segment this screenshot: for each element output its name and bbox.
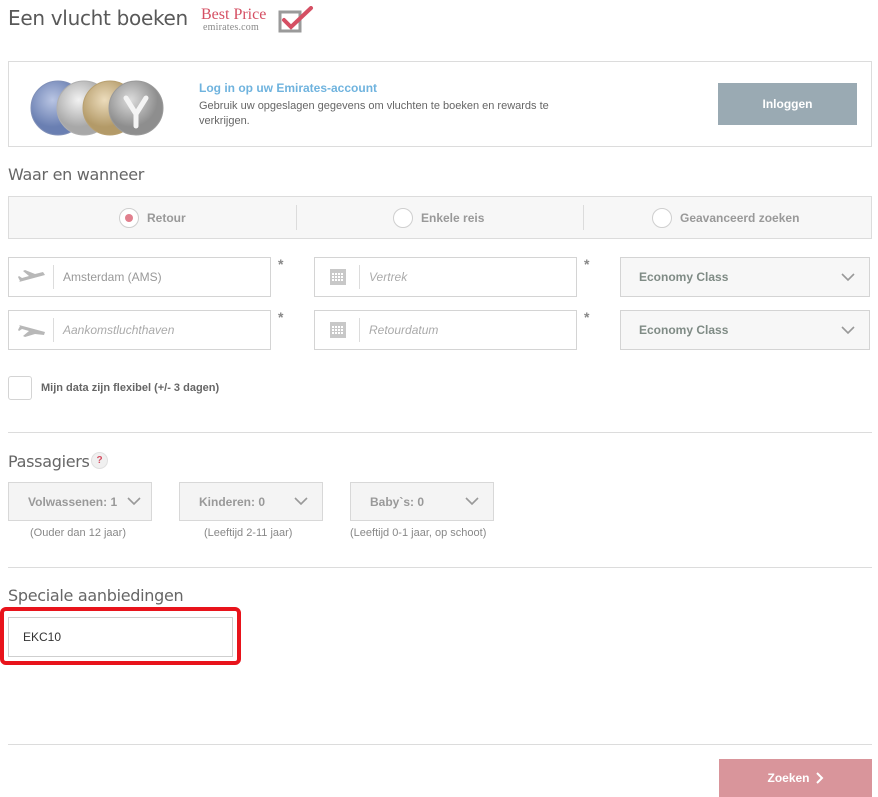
plane-takeoff-icon	[9, 258, 54, 296]
trip-divider	[296, 205, 297, 230]
trip-divider	[583, 205, 584, 230]
cabin-class-select-return[interactable]: Economy Class	[620, 310, 870, 350]
required-marker: *	[278, 256, 284, 272]
departure-airport-field[interactable]: Amsterdam (AMS)	[8, 257, 271, 297]
login-title-link[interactable]: Log in op uw Emirates-account	[199, 81, 377, 95]
flexible-dates-checkbox[interactable]	[8, 376, 32, 400]
trip-option-advanced-label: Geavanceerd zoeken	[680, 210, 800, 225]
search-button-label: Zoeken	[767, 771, 810, 785]
best-price-logo-subtext: emirates.com	[203, 22, 259, 33]
trip-option-oneway-label: Enkele reis	[421, 210, 485, 225]
departure-date-placeholder: Vertrek	[369, 270, 408, 284]
calendar-icon	[315, 311, 360, 349]
infants-value: Baby`s: 0	[370, 495, 425, 509]
chevron-down-icon	[841, 273, 855, 282]
cabin-class-outbound-value: Economy Class	[639, 270, 729, 284]
trip-option-return-label: Retour	[147, 210, 186, 225]
adults-hint: (Ouder dan 12 jaar)	[30, 527, 126, 539]
radio-advanced[interactable]	[652, 207, 672, 228]
radio-return[interactable]	[119, 207, 139, 228]
trip-option-advanced[interactable]: Geavanceerd zoeken	[652, 197, 799, 238]
trip-option-oneway[interactable]: Enkele reis	[393, 197, 484, 238]
passengers-help-icon[interactable]: ?	[91, 452, 108, 469]
adults-select[interactable]: Volwassenen: 1	[8, 482, 152, 521]
return-date-field[interactable]: Retourdatum	[314, 310, 577, 350]
section-divider	[8, 744, 872, 745]
children-select[interactable]: Kinderen: 0	[179, 482, 323, 521]
passengers-title: Passagiers	[8, 452, 90, 471]
section-divider	[8, 567, 872, 568]
plane-landing-icon	[9, 311, 54, 349]
promo-code-input[interactable]: EKC10	[8, 617, 233, 657]
arrival-airport-placeholder: Aankomstluchthaven	[63, 323, 175, 337]
flexible-dates-label[interactable]: Mijn data zijn flexibel (+/- 3 dagen)	[41, 382, 219, 394]
required-marker: *	[584, 256, 590, 272]
required-marker: *	[278, 309, 284, 325]
field-divider	[359, 318, 360, 342]
infants-select[interactable]: Baby`s: 0	[350, 482, 494, 521]
chevron-down-icon	[127, 497, 141, 506]
login-button[interactable]: Inloggen	[718, 83, 857, 125]
required-marker: *	[584, 309, 590, 325]
search-button[interactable]: Zoeken	[719, 759, 872, 797]
page-title: Een vlucht boeken	[8, 6, 188, 30]
field-divider	[359, 265, 360, 289]
field-divider	[53, 265, 54, 289]
field-divider	[53, 318, 54, 342]
coins-icon	[30, 80, 164, 136]
calendar-icon	[315, 258, 360, 296]
best-price-logo: Best Price emirates.com	[201, 6, 321, 38]
chevron-down-icon	[841, 326, 855, 335]
radio-oneway[interactable]	[393, 207, 413, 228]
checkmark-icon	[278, 6, 313, 33]
trip-option-return[interactable]: Retour	[119, 197, 186, 238]
departure-airport-value: Amsterdam (AMS)	[63, 270, 162, 284]
infants-hint: (Leeftijd 0-1 jaar, op schoot)	[350, 527, 487, 539]
login-description: Gebruik uw opgeslagen gegevens om vlucht…	[199, 100, 549, 127]
special-offers-title: Speciale aanbiedingen	[8, 586, 184, 605]
arrival-airport-field[interactable]: Aankomstluchthaven	[8, 310, 271, 350]
cabin-class-select-outbound[interactable]: Economy Class	[620, 257, 870, 297]
departure-date-field[interactable]: Vertrek	[314, 257, 577, 297]
children-value: Kinderen: 0	[199, 495, 266, 509]
return-date-placeholder: Retourdatum	[369, 323, 439, 337]
trip-type-bar: Retour Enkele reis Geavanceerd zoeken	[8, 196, 872, 239]
login-panel: Log in op uw Emirates-account Gebruik uw…	[8, 61, 872, 147]
chevron-down-icon	[465, 497, 479, 506]
adults-value: Volwassenen: 1	[28, 495, 118, 509]
cabin-class-return-value: Economy Class	[639, 323, 729, 337]
children-hint: (Leeftijd 2-11 jaar)	[204, 527, 293, 539]
section-divider	[8, 432, 872, 433]
chevron-right-icon	[815, 772, 823, 784]
where-when-title: Waar en wanneer	[8, 165, 145, 184]
chevron-down-icon	[294, 497, 308, 506]
